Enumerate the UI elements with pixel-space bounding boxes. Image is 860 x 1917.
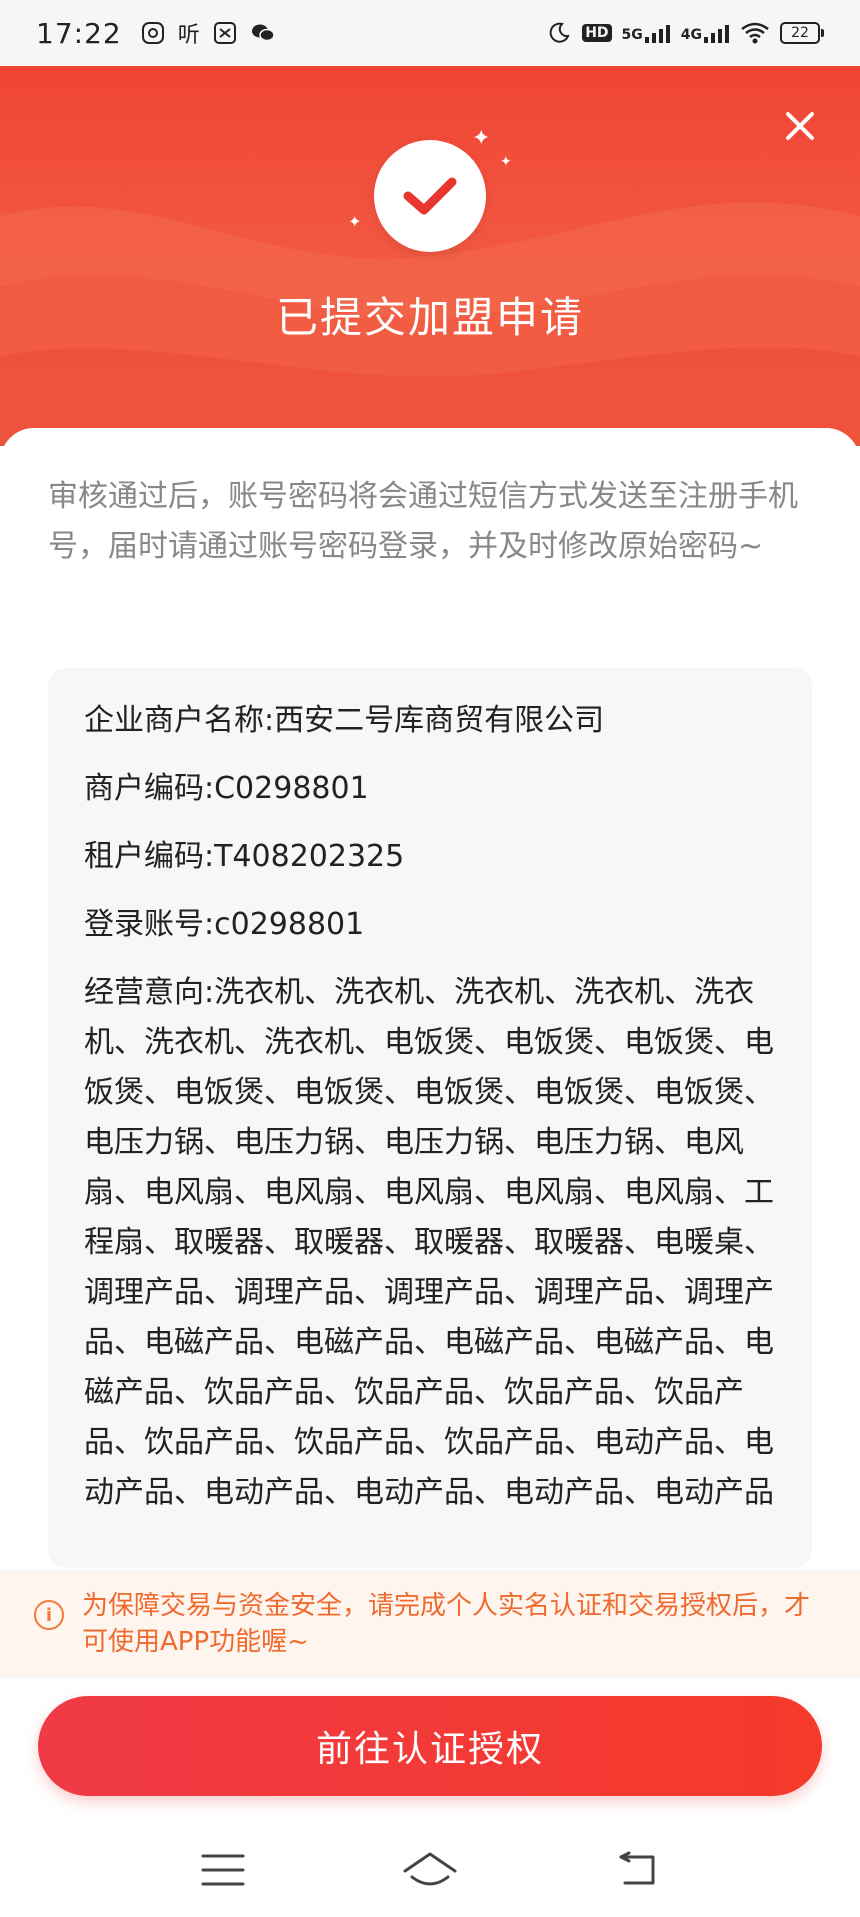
checkmark-icon <box>403 177 457 215</box>
home-icon <box>403 1852 457 1885</box>
menu-button[interactable] <box>183 1840 263 1900</box>
status-left-icons: 听 <box>140 17 276 49</box>
battery-icon: 22 <box>780 22 824 44</box>
sparkle-icon: ✦ <box>500 154 512 170</box>
info-icon: i <box>34 1600 64 1630</box>
close-button[interactable] <box>778 104 822 148</box>
merchant-code: 商户编码:C0298801 <box>84 771 369 806</box>
header-wave-decoration <box>0 202 860 446</box>
do-not-disturb-moon-icon <box>546 20 572 46</box>
tenant-code: 租户编码:T408202325 <box>84 839 405 874</box>
page-title: 已提交加盟申请 <box>275 293 584 342</box>
business-intent: 经营意向:洗衣机、洗衣机、洗衣机、洗衣机、洗衣机、洗衣机、洗衣机、电饭煲、电饭煲… <box>84 975 774 1510</box>
wechat-icon <box>250 20 276 46</box>
merchant-info-box: 企业商户名称:西安二号库商贸有限公司 商户编码:C0298801 租户编码:T4… <box>48 668 812 1568</box>
login-account: 登录账号:c0298801 <box>84 907 365 942</box>
content-card: 审核通过后，账号密码将会通过短信方式发送至注册手机号，届时请通过账号密码登录，并… <box>0 428 860 1628</box>
menu-icon <box>201 1854 245 1885</box>
status-time: 17:22 <box>36 16 122 50</box>
network-4g-signal-icon: 4G <box>681 23 730 43</box>
notice-text: 为保障交易与资金安全，请完成个人实名认证和交易授权后，才可使用APP功能喔~ <box>82 1591 811 1657</box>
status-right-icons: HD 5G 4G 22 <box>546 20 824 46</box>
system-navigation-bar <box>0 1822 860 1917</box>
go-authenticate-button[interactable]: 前往认证授权 <box>38 1696 822 1796</box>
back-icon <box>619 1851 655 1884</box>
close-icon <box>786 112 814 140</box>
wifi-icon <box>740 20 770 46</box>
security-notice-bar: i 为保障交易与资金安全，请完成个人实名认证和交易授权后，才可使用APP功能喔~ <box>0 1570 860 1678</box>
back-button[interactable] <box>597 1840 677 1900</box>
success-header: ✦ ✦ ✦ 已提交加盟申请 <box>0 66 860 446</box>
network-5g-signal-icon: 5G <box>622 23 671 43</box>
sparkle-icon: ✦ <box>472 126 491 151</box>
company-name: 企业商户名称:西安二号库商贸有限公司 <box>84 703 605 738</box>
app-notification-icon <box>140 20 166 46</box>
sparkle-icon: ✦ <box>348 212 362 231</box>
success-check-badge <box>374 140 486 252</box>
game-app-icon <box>212 20 238 46</box>
hd-voice-icon: HD <box>582 24 612 42</box>
status-bar: 17:22 听 HD 5G 4G 22 <box>0 0 860 66</box>
home-button[interactable] <box>390 1840 470 1900</box>
listen-app-icon: 听 <box>177 23 200 48</box>
intro-text: 审核通过后，账号密码将会通过短信方式发送至注册手机号，届时请通过账号密码登录，并… <box>48 479 798 564</box>
